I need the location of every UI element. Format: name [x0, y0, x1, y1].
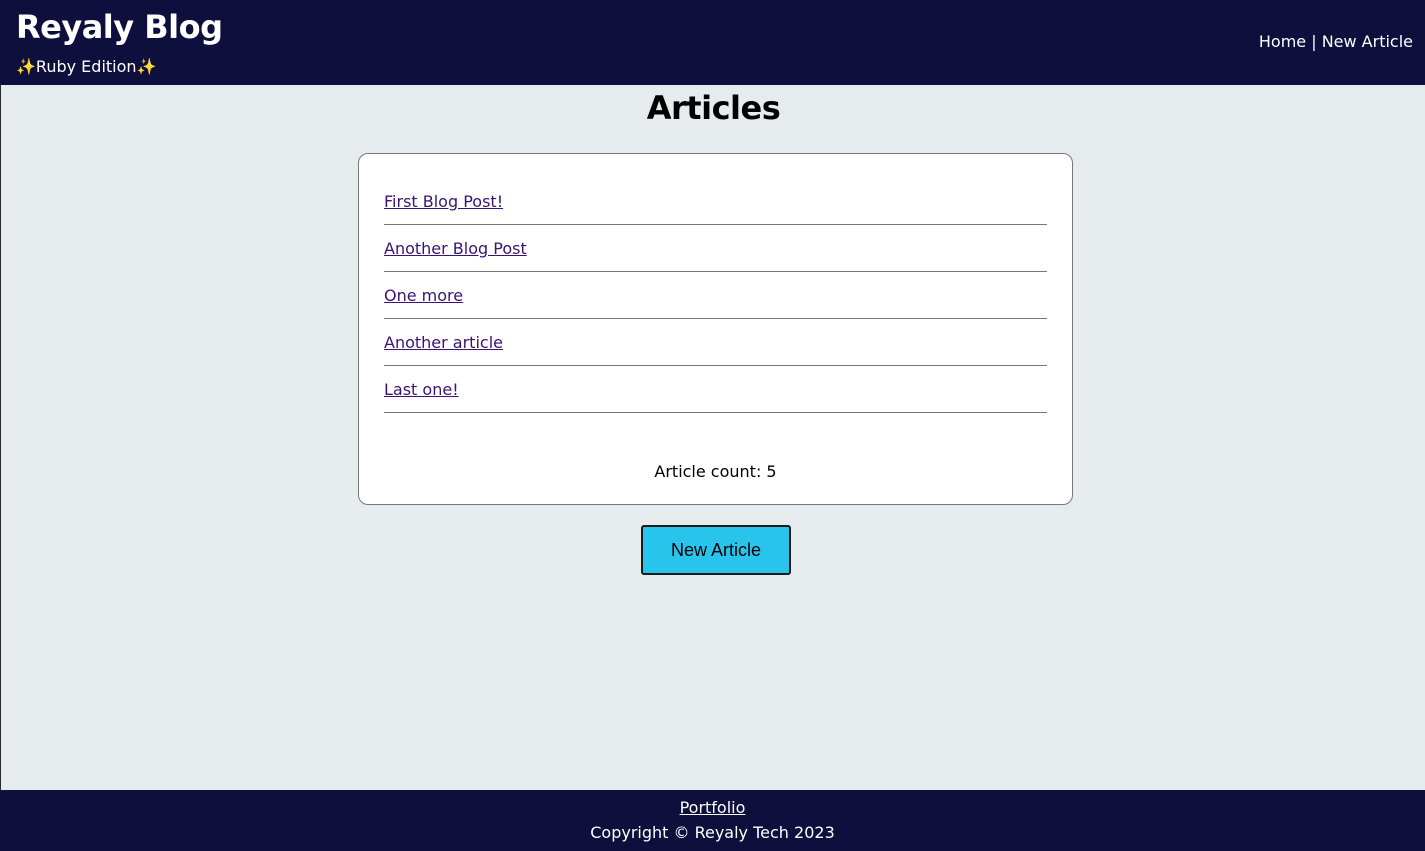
list-item: One more: [384, 272, 1047, 319]
site-subtitle: ✨Ruby Edition✨: [16, 57, 156, 76]
nav-new-article-link[interactable]: New Article: [1322, 32, 1413, 51]
site-title: Reyaly Blog: [16, 8, 223, 46]
article-list: First Blog Post! Another Blog Post One m…: [384, 178, 1047, 413]
sparkle-icon: ✨: [16, 57, 36, 76]
top-nav: Home | New Article: [1259, 32, 1413, 51]
subtitle-text: Ruby Edition: [35, 57, 137, 76]
nav-separator: |: [1306, 32, 1322, 51]
list-item: Another Blog Post: [384, 225, 1047, 272]
articles-card: First Blog Post! Another Blog Post One m…: [358, 153, 1073, 505]
list-item: Last one!: [384, 366, 1047, 413]
page-title: Articles: [646, 89, 781, 127]
article-link[interactable]: Another Blog Post: [384, 239, 527, 258]
article-link[interactable]: Another article: [384, 333, 503, 352]
site-footer: Portfolio Copyright © Reyaly Tech 2023: [0, 790, 1425, 851]
footer-links: Portfolio: [0, 798, 1425, 817]
nav-home-link[interactable]: Home: [1259, 32, 1306, 51]
article-link[interactable]: Last one!: [384, 380, 459, 399]
new-article-button[interactable]: New Article: [641, 525, 791, 575]
list-item: First Blog Post!: [384, 178, 1047, 225]
article-link[interactable]: First Blog Post!: [384, 192, 503, 211]
main-content: Articles First Blog Post! Another Blog P…: [0, 85, 1425, 790]
portfolio-link[interactable]: Portfolio: [680, 798, 746, 817]
copyright-text: Copyright © Reyaly Tech 2023: [590, 823, 835, 842]
site-header: Reyaly Blog ✨Ruby Edition✨ Home | New Ar…: [0, 0, 1425, 85]
sparkle-icon: ✨: [136, 57, 157, 76]
article-count: Article count: 5: [654, 462, 777, 481]
list-item: Another article: [384, 319, 1047, 366]
article-link[interactable]: One more: [384, 286, 463, 305]
